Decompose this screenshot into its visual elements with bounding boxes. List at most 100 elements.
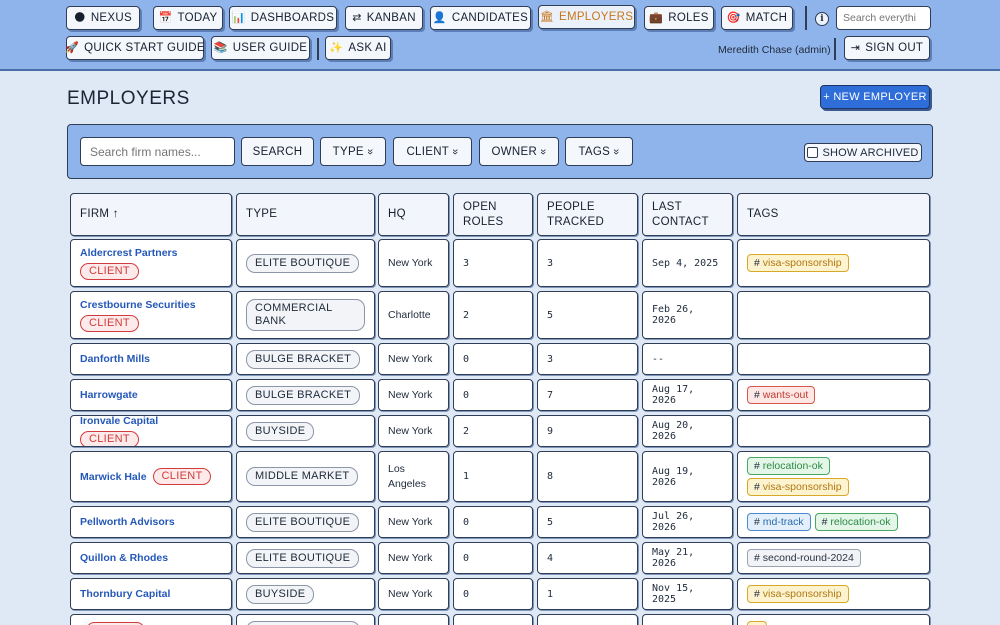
tag-list: # visa-sponsorship [747,254,849,272]
people-tracked-value: 5 [547,516,554,528]
client-filter-button[interactable]: CLIENT » [393,137,472,166]
show-archived-toggle[interactable]: SHOW ARCHIVED [804,143,922,162]
table-cell-type: COMMERCIAL BANK [236,291,375,339]
tag-label: relocation-ok [762,460,823,472]
hash-icon: # [754,257,763,269]
open-roles-value: 1 [463,471,470,482]
nav-label: MATCH [745,12,788,24]
last-contact-value: Nov 15, 2025 [652,583,695,605]
tag-chip[interactable]: # wants-out [747,386,816,404]
roles-icon: 💼 [649,11,664,24]
last-contact-value: Jul 26, 2026 [652,511,695,533]
nav-roles-button[interactable]: 💼 ROLES [644,6,714,30]
people-tracked-value: 1 [547,588,554,600]
show-archived-checkbox[interactable] [807,147,819,158]
nav-label: EMPLOYERS [558,11,634,23]
type-filter-button[interactable]: TYPE » [320,137,386,166]
firm-cell-content: Danforth Mills [80,353,150,365]
last-contact-value: May 21, 2026 [652,547,695,569]
tag-label: second-round-2024 [762,552,854,564]
show-archived-label: SHOW ARCHIVED [822,146,919,159]
search-button-label: SEARCH [252,145,303,158]
search-button[interactable]: SEARCH [241,137,314,166]
nav-today-button[interactable]: 📅 TODAY [153,6,223,30]
table-cell-people-tracked: 7 [537,379,638,411]
ask-ai-icon: ✨ [329,41,344,54]
tag-chip[interactable]: # md-track [747,513,811,531]
nav-dashboards-button[interactable]: 📊 DASHBOARDS [229,6,337,30]
new-employer-button[interactable]: + NEW EMPLOYER [820,85,930,109]
firm-name-link[interactable]: Aldercrest Partners [80,247,177,259]
info-icon[interactable]: i [815,12,829,26]
people-tracked-value: 8 [547,471,554,482]
open-roles-value: 0 [463,552,470,564]
tag-chip[interactable]: # visa-sponsorship [747,585,849,603]
nav-label: TODAY [177,12,218,24]
table-cell-firm: Quillon & Rhodes [70,542,232,574]
hq-value: New York [388,515,433,528]
nav-kanban-button[interactable]: ⇄ KANBAN [345,6,423,30]
firm-search-input[interactable] [80,137,235,166]
tag-chip[interactable]: # second-round-2024 [747,549,861,567]
tag-chip[interactable]: # relocation-ok [747,457,830,475]
table-cell-people-tracked: 3 [537,343,638,375]
table-cell-type: ELITE BOUTIQUE [236,239,375,287]
tag-chip[interactable]: # relocation-ok [814,513,898,531]
tags-filter-button[interactable]: TAGS » [565,137,633,166]
table-cell-open-roles: 0 [453,506,533,538]
firm-cell-content: Thornbury Capital [80,588,170,600]
global-search-input[interactable] [836,6,931,30]
owner-filter-button[interactable]: OWNER » [479,137,559,166]
firm-name-link[interactable]: Harrowgate [80,389,138,401]
nav-quick-start-guide-button[interactable]: 🚀 QUICK START GUIDE [65,36,205,60]
firm-name-link[interactable]: Ironvale Capital [80,416,158,427]
type-badge: BULGE BRACKET [246,620,361,625]
firm-name-link[interactable]: Thornbury Capital [80,588,170,600]
nav-user-guide-button[interactable]: 📚 USER GUIDE [211,36,310,60]
firm-cell-content: CLIENT [80,621,145,625]
firm-name-link[interactable]: Crestbourne Securities [80,299,196,311]
tag-list: # relocation-ok # visa-sponsorship [747,457,920,496]
table-cell-open-roles: 0 [453,542,533,574]
type-filter-label: TYPE [332,145,364,158]
hash-icon: # [754,588,763,600]
nav-label: NEXUS [90,12,132,24]
nav-employers-button[interactable]: 🏛 EMPLOYERS [538,5,635,29]
column-header-firm[interactable]: FIRM ↑ [70,193,232,236]
table-cell-type: BUYSIDE [236,415,375,447]
table-cell-people-tracked: 3 [537,239,638,287]
firm-cell-content: Marwick Hale CLIENT [80,468,212,485]
table-cell-tags [737,343,930,375]
nexus-icon: 🌑 [74,11,86,24]
firm-name-link[interactable]: Pellworth Advisors [80,516,175,528]
tag-chip[interactable]: # visa-sponsorship [747,478,849,496]
top-nav-bar: 🌑 NEXUS 📅 TODAY 📊 DASHBOARDS ⇄ KANBAN 👤 CANDIDATE… [0,0,1000,71]
nav-nexus-button[interactable]: 🌑 NEXUS [66,6,140,30]
last-contact-value: Aug 19, 2026 [652,465,695,488]
firm-name-link[interactable]: Marwick Hale [80,471,147,483]
type-badge: ELITE BOUTIQUE [246,548,360,568]
firm-name-link[interactable]: Quillon & Rhodes [80,552,168,564]
table-cell-last-contact: Aug 17, 2026 [642,379,733,411]
people-tracked-value: 3 [547,353,554,365]
nav-candidates-button[interactable]: 👤 CANDIDATES [430,6,531,30]
firm-cell-content: Crestbourne Securities CLIENT [80,299,222,332]
table-cell-type: ELITE BOUTIQUE [236,506,375,538]
table-cell-last-contact: Feb 26, 2026 [642,291,733,339]
firm-name-link[interactable]: Danforth Mills [80,353,150,365]
tag-label: visa-sponsorship [762,481,842,493]
hq-value: New York [388,256,433,269]
table-cell-hq: Los Angeles [378,451,449,502]
table-cell-type: BULGE BRACKET [236,379,375,411]
sign-out-button[interactable]: ⇥ SIGN OUT [844,36,930,60]
nav-label: USER GUIDE [232,42,308,54]
sign-out-icon: ⇥ [850,41,861,54]
tag-chip[interactable]: # [747,621,767,625]
chevron-down-icon: » [364,148,377,155]
table-cell-tags [737,291,930,339]
nav-ask-ai-button[interactable]: ✨ ASK AI [325,36,391,60]
client-badge: CLIENT [80,430,139,446]
nav-match-button[interactable]: 🎯 MATCH [721,6,793,30]
tag-chip[interactable]: # visa-sponsorship [747,254,849,272]
nav-label: CANDIDATES [451,12,529,24]
